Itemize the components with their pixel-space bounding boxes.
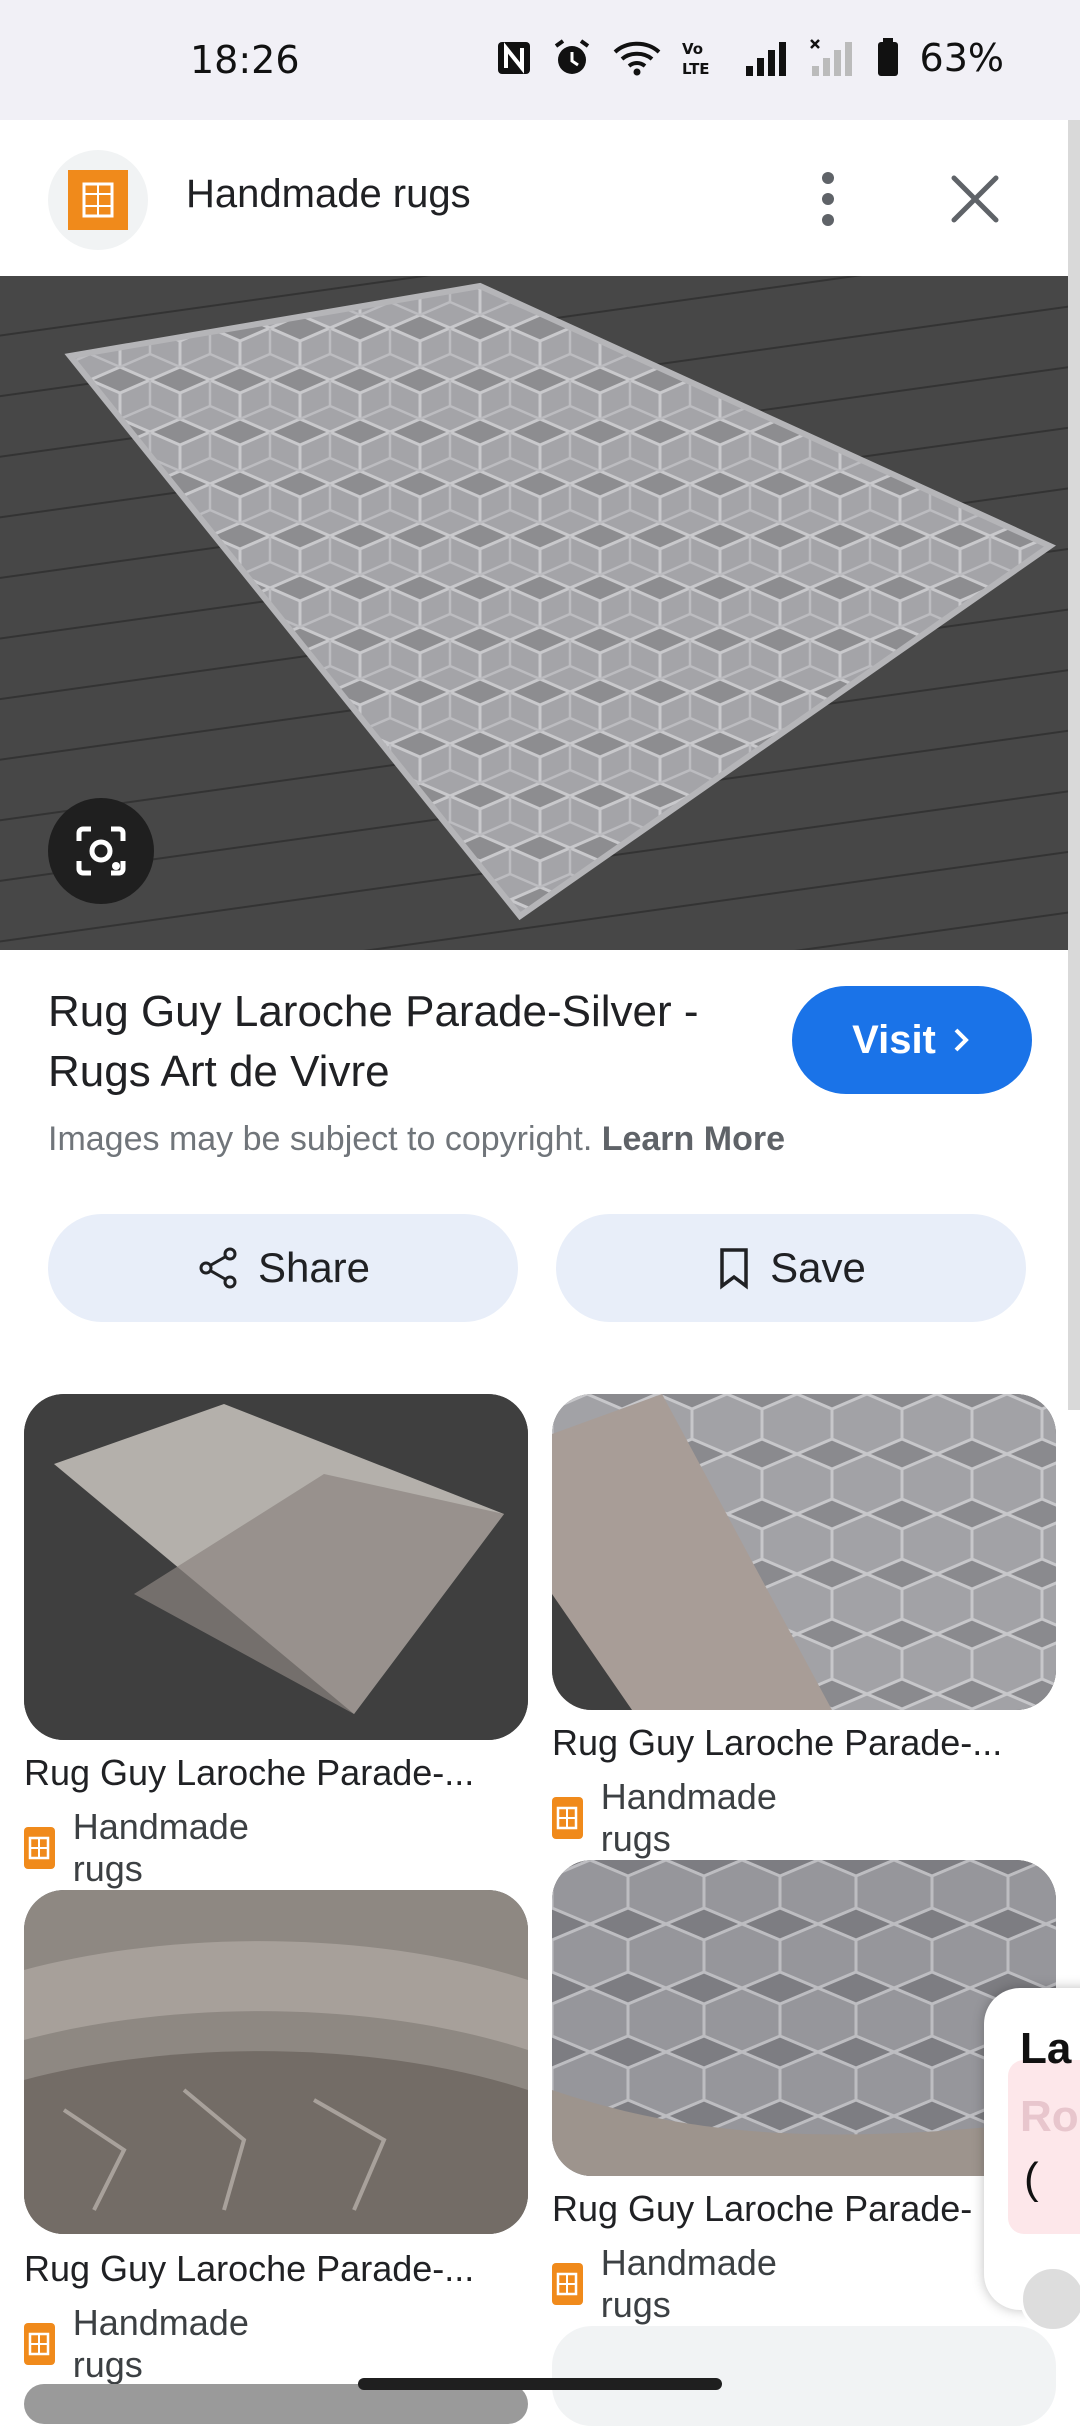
related-title[interactable]: Rug Guy Laroche Parade-... xyxy=(552,1722,1002,1764)
nfc-icon xyxy=(497,42,530,74)
bookmark-icon xyxy=(720,1248,748,1290)
floating-card-text-3: ( xyxy=(1024,2154,1039,2203)
source-logo xyxy=(24,1827,55,1869)
scrollbar[interactable] xyxy=(1068,120,1080,1410)
related-source-label: Handmade rugs xyxy=(600,2242,777,2325)
signal-2-icon xyxy=(809,39,852,76)
source-logo xyxy=(552,2263,583,2305)
chevron-right-icon xyxy=(954,1028,969,1052)
site-logo[interactable] xyxy=(48,150,148,250)
related-source[interactable]: Handmade rugs xyxy=(552,1776,788,1860)
source-logo xyxy=(24,2323,55,2365)
learn-more-link[interactable]: Learn More xyxy=(602,1120,785,1158)
share-icon xyxy=(199,1247,237,1289)
floating-card[interactable]: La Ro ( xyxy=(984,1988,1080,2310)
status-bar: 18:26 Vo LTE 63% xyxy=(0,0,1080,120)
related-card-partial[interactable] xyxy=(552,2326,1056,2426)
status-time: 18:26 xyxy=(190,38,300,82)
floating-card-text-2: Ro xyxy=(1020,2092,1079,2141)
volte-icon: Vo LTE xyxy=(682,40,710,78)
save-label: Save xyxy=(770,1244,866,1291)
svg-text:Vo: Vo xyxy=(682,40,703,58)
result-title[interactable]: Rug Guy Laroche Parade-Silver - Rugs Art… xyxy=(48,982,768,1102)
home-indicator[interactable] xyxy=(358,2378,722,2390)
save-button[interactable]: Save xyxy=(556,1214,1026,1322)
related-source-label: Handmade rugs xyxy=(600,1776,777,1859)
related-source[interactable]: Handmade rugs xyxy=(552,2242,788,2326)
svg-text:LTE: LTE xyxy=(682,60,710,78)
floating-card-text-1: La xyxy=(1020,2024,1072,2073)
related-title[interactable]: Rug Guy Laroche Parade-... xyxy=(24,2248,474,2290)
viewer-header: Handmade rugs xyxy=(0,120,1068,276)
battery-icon xyxy=(877,38,898,76)
close-icon[interactable] xyxy=(940,164,1010,234)
copyright-text: Images may be subject to copyright. xyxy=(48,1120,593,1158)
handmade-rugs-logo xyxy=(68,170,128,230)
related-image-partial[interactable] xyxy=(24,2384,528,2424)
share-button[interactable]: Share xyxy=(48,1214,518,1322)
header-title[interactable]: Handmade rugs xyxy=(186,172,471,217)
more-vert-icon[interactable] xyxy=(798,164,858,234)
related-image[interactable] xyxy=(552,1394,1056,1710)
related-source-label: Handmade rugs xyxy=(72,2302,249,2385)
related-title[interactable]: Rug Guy Laroche Parade- xyxy=(552,2188,972,2230)
alarm-icon xyxy=(554,39,589,74)
source-logo xyxy=(552,1797,583,1839)
related-source[interactable]: Handmade rugs xyxy=(24,2302,260,2386)
google-lens-icon[interactable] xyxy=(48,798,154,904)
signal-icon xyxy=(745,42,786,76)
related-source[interactable]: Handmade rugs xyxy=(24,1806,260,1890)
visit-button[interactable]: Visit xyxy=(792,986,1032,1094)
rug-image xyxy=(0,276,1068,950)
avatar[interactable] xyxy=(1020,2266,1080,2332)
related-image[interactable] xyxy=(24,1394,528,1740)
copyright-notice: Images may be subject to copyright. Lear… xyxy=(48,1120,785,1159)
related-title[interactable]: Rug Guy Laroche Parade-... xyxy=(24,1752,474,1794)
related-image[interactable] xyxy=(24,1890,528,2234)
share-label: Share xyxy=(257,1244,371,1291)
floating-card-bg xyxy=(1008,2060,1080,2234)
status-icons: Vo LTE 63% xyxy=(496,36,1004,80)
related-source-label: Handmade rugs xyxy=(72,1806,249,1889)
main-image[interactable] xyxy=(0,276,1068,950)
visit-label: Visit xyxy=(852,1017,936,1062)
related-image[interactable] xyxy=(552,1860,1056,2176)
battery-percent: 63% xyxy=(919,36,1004,80)
wifi-icon xyxy=(613,41,660,76)
